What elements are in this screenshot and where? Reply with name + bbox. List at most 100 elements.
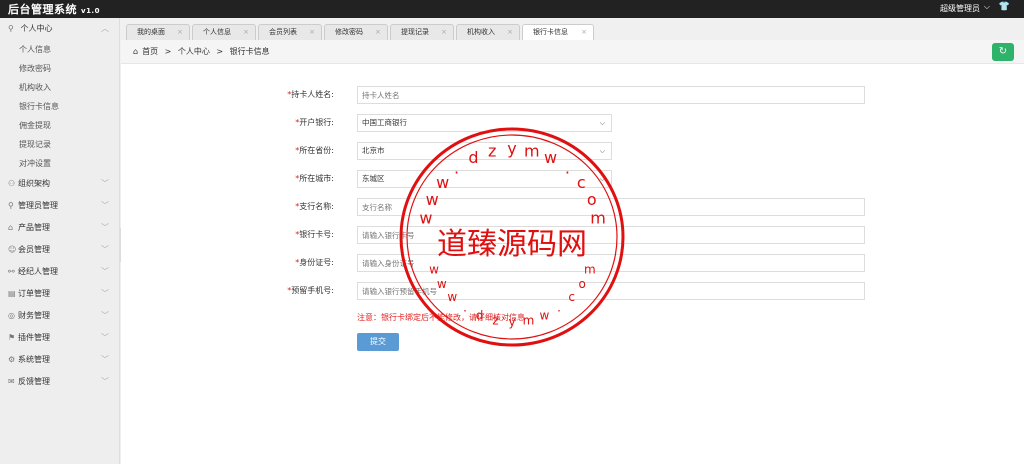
sidebar-item-personal-info[interactable]: 个人信息 xyxy=(0,40,119,59)
sidebar-group-label: 会员管理 xyxy=(18,245,50,254)
chevron-down-icon: ﹀ xyxy=(101,267,109,276)
card-number-input[interactable] xyxy=(357,226,865,244)
feedback-icon: ✉ xyxy=(8,377,15,386)
form-row-city: *所在城市: 东城区 ⌵ xyxy=(121,170,1024,188)
main-content: ⌂ 首页 > 个人中心 > 银行卡信息 ↻ *持卡人姓名: *开户银行: 中国工商… xyxy=(121,40,1024,464)
close-icon[interactable]: × xyxy=(309,25,315,40)
app-brand: 后台管理系统 v1.0 xyxy=(8,1,100,17)
tab-label: 我的桌面 xyxy=(137,28,165,36)
sidebar-group-member[interactable]: ☺ 会员管理 ﹀ xyxy=(0,239,119,261)
close-icon[interactable]: × xyxy=(507,25,513,40)
chevron-up-icon: ︿ xyxy=(101,24,109,33)
sidebar-item-change-password[interactable]: 修改密码 xyxy=(0,59,119,78)
field-label: *所在省份: xyxy=(295,146,334,155)
chevron-down-icon: ﹀ xyxy=(101,377,109,386)
admin-icon: ⚲ xyxy=(8,201,14,210)
sidebar-group-finance[interactable]: ◎ 财务管理 ﹀ xyxy=(0,305,119,327)
plugin-icon: ⚑ xyxy=(8,333,16,342)
sidebar-group-feedback[interactable]: ✉ 反馈管理 ﹀ xyxy=(0,371,119,393)
refresh-button[interactable]: ↻ xyxy=(992,43,1014,61)
close-icon[interactable]: × xyxy=(441,25,447,40)
form-row-bank: *开户银行: 中国工商银行 ⌵ xyxy=(121,114,1024,132)
id-number-input[interactable] xyxy=(357,254,865,272)
breadcrumb-home[interactable]: 首页 xyxy=(142,47,158,56)
sidebar-group-org[interactable]: ⚇ 组织架构 ﹀ xyxy=(0,173,119,195)
holder-name-input[interactable] xyxy=(357,86,865,104)
field-label: *所在城市: xyxy=(295,174,334,183)
field-label: *身份证号: xyxy=(295,258,334,267)
sidebar-group-label: 财务管理 xyxy=(18,311,50,320)
tab-change-password[interactable]: 修改密码 × xyxy=(324,24,388,40)
user-icon: ⚲ xyxy=(8,24,14,33)
tab-org-income[interactable]: 机构收入 × xyxy=(456,24,520,40)
tab-member-list[interactable]: 会员列表 × xyxy=(258,24,322,40)
version-label: v1.0 xyxy=(81,7,100,15)
tab-bar: 我的桌面 × 个人信息 × 会员列表 × 修改密码 × 提现记录 × 机构收入 × 银行卡信… xyxy=(126,24,596,40)
form-row-province: *所在省份: 北京市 ⌵ xyxy=(121,142,1024,160)
submit-button[interactable]: 提交 xyxy=(357,333,399,351)
tab-withdraw-records[interactable]: 提现记录 × xyxy=(390,24,454,40)
bank-select[interactable]: 中国工商银行 ⌵ xyxy=(357,114,612,132)
form-row-branch: *支行名称: xyxy=(121,198,1024,216)
chevron-down-icon: ﹀ xyxy=(101,333,109,342)
close-icon[interactable]: × xyxy=(243,25,249,40)
city-select[interactable]: 东城区 ⌵ xyxy=(357,170,612,188)
close-icon[interactable]: × xyxy=(177,25,183,40)
chevron-down-icon[interactable]: ⌵ xyxy=(984,2,990,12)
reserved-phone-input[interactable] xyxy=(357,282,865,300)
sidebar-item-bank-card-info[interactable]: 银行卡信息 xyxy=(0,97,119,116)
close-icon[interactable]: × xyxy=(375,25,381,40)
tab-personal-info[interactable]: 个人信息 × xyxy=(192,24,256,40)
chevron-down-icon: ﹀ xyxy=(101,311,109,320)
chevron-down-icon: ﹀ xyxy=(101,289,109,298)
admin-user-menu[interactable]: 超级管理员 xyxy=(940,3,980,14)
chevron-down-icon: ﹀ xyxy=(101,179,109,188)
tab-label: 会员列表 xyxy=(269,28,297,36)
sidebar-group-admin[interactable]: ⚲ 管理员管理 ﹀ xyxy=(0,195,119,217)
sidebar-group-label: 产品管理 xyxy=(18,223,50,232)
sidebar-group-personal-center[interactable]: ⚲ 个人中心 ︿ xyxy=(0,18,119,40)
theme-shirt-icon[interactable]: 👕 xyxy=(999,2,1010,12)
sidebar-item-commission-withdraw[interactable]: 佣金提现 xyxy=(0,116,119,135)
form-row-id-number: *身份证号: xyxy=(121,254,1024,272)
tab-bank-card-info[interactable]: 银行卡信息 × xyxy=(522,24,594,40)
chevron-down-icon: ⌵ xyxy=(599,175,605,183)
sidebar-group-label: 订单管理 xyxy=(18,289,50,298)
field-label: *预留手机号: xyxy=(287,286,334,295)
breadcrumb-personal-center[interactable]: 个人中心 xyxy=(178,47,210,56)
home-icon[interactable]: ⌂ xyxy=(133,47,138,56)
sidebar-item-org-income[interactable]: 机构收入 xyxy=(0,78,119,97)
close-icon[interactable]: × xyxy=(581,25,587,40)
breadcrumb-bar: ⌂ 首页 > 个人中心 > 银行卡信息 ↻ xyxy=(121,40,1024,64)
sidebar-group-label: 组织架构 xyxy=(18,179,50,188)
field-label: *银行卡号: xyxy=(295,230,334,239)
sidebar-group-order[interactable]: ▤ 订单管理 ﹀ xyxy=(0,283,119,305)
sidebar-group-label: 个人中心 xyxy=(20,24,53,33)
breadcrumb: ⌂ 首页 > 个人中心 > 银行卡信息 xyxy=(133,46,274,57)
sidebar-group-label: 系统管理 xyxy=(18,355,50,364)
bank-card-notice: 注意：银行卡绑定后不能修改，请仔细核对信息 xyxy=(357,313,525,322)
product-icon: ⌂ xyxy=(8,223,14,232)
field-label: *支行名称: xyxy=(295,202,334,211)
sidebar-group-label: 插件管理 xyxy=(18,333,50,342)
sidebar-item-withdraw-records[interactable]: 提现记录 xyxy=(0,135,119,154)
province-select[interactable]: 北京市 ⌵ xyxy=(357,142,612,160)
sidebar-group-broker[interactable]: ⚯ 经纪人管理 ﹀ xyxy=(0,261,119,283)
tab-label: 个人信息 xyxy=(203,28,231,36)
sidebar-group-label: 管理员管理 xyxy=(18,201,58,210)
sidebar-group-plugin[interactable]: ⚑ 插件管理 ﹀ xyxy=(0,327,119,349)
sidebar-group-system[interactable]: ⚙ 系统管理 ﹀ xyxy=(0,349,119,371)
org-icon: ⚇ xyxy=(8,179,16,188)
tab-my-desktop[interactable]: 我的桌面 × xyxy=(126,24,190,40)
chevron-down-icon: ﹀ xyxy=(101,223,109,232)
sidebar-group-product[interactable]: ⌂ 产品管理 ﹀ xyxy=(0,217,119,239)
refresh-icon: ↻ xyxy=(998,46,1008,57)
sidebar-item-hedge-settings[interactable]: 对冲设置 xyxy=(0,154,119,173)
breadcrumb-separator: > xyxy=(164,47,172,56)
chevron-down-icon: ﹀ xyxy=(101,355,109,364)
branch-name-input[interactable] xyxy=(357,198,865,216)
form-row-holder-name: *持卡人姓名: xyxy=(121,86,1024,104)
tab-label: 提现记录 xyxy=(401,28,429,36)
chevron-down-icon: ⌵ xyxy=(599,119,605,127)
tab-label: 修改密码 xyxy=(335,28,363,36)
